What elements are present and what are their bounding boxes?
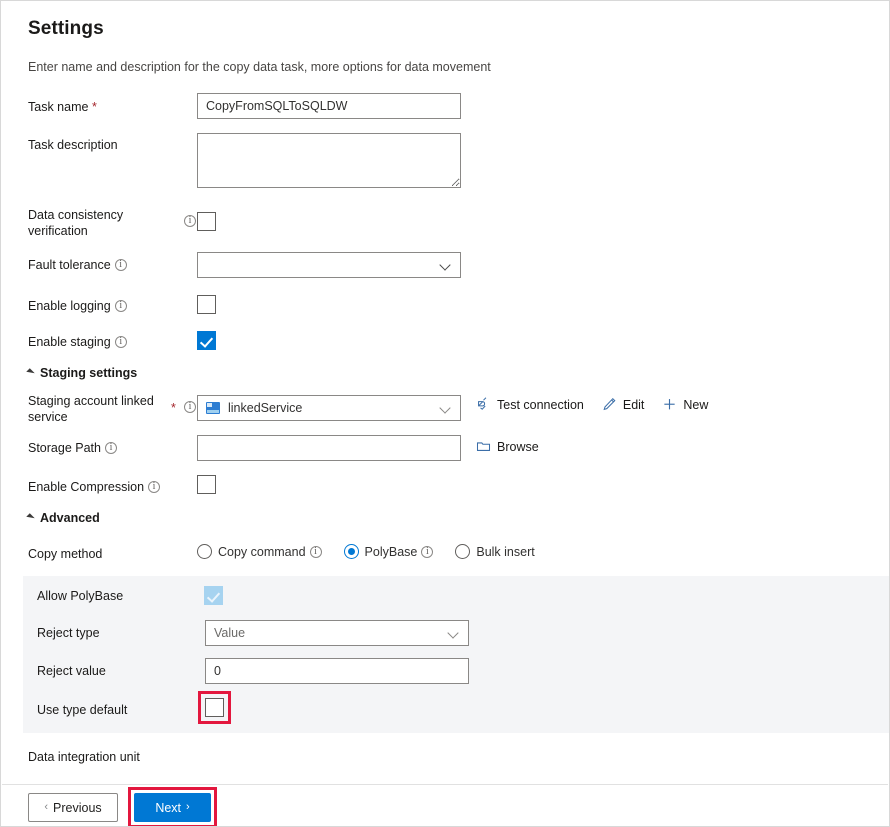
task-name-label: Task name * [28, 99, 97, 115]
chevron-down-icon [441, 403, 452, 414]
storage-path-label: Storage Path [28, 440, 117, 456]
task-name-input[interactable] [197, 93, 461, 119]
advanced-section-title: Advanced [40, 511, 100, 525]
storage-path-input[interactable] [197, 435, 461, 461]
enable-compression-label-text: Enable Compression [28, 480, 144, 494]
enable-logging-label: Enable logging [28, 298, 127, 314]
fault-tolerance-label-text: Fault tolerance [28, 258, 111, 272]
plug-check-icon [476, 397, 491, 412]
chevron-left-icon: ‹ [44, 802, 48, 813]
copy-method-label: Copy method [28, 546, 102, 562]
edit-link[interactable]: Edit [602, 397, 645, 412]
data-consistency-info-icon[interactable] [184, 215, 196, 227]
copy-method-radio-group: Copy command PolyBase Bulk insert [197, 544, 535, 559]
staging-linked-service-label-text: Staging account linked service [28, 394, 154, 424]
fault-tolerance-dropdown[interactable] [197, 252, 461, 278]
enable-staging-label: Enable staging [28, 334, 127, 350]
browse-link[interactable]: Browse [476, 439, 539, 454]
reject-type-dropdown[interactable]: Value [205, 620, 469, 646]
enable-staging-label-text: Enable staging [28, 335, 111, 349]
data-consistency-label-text: Data consistency verification [28, 208, 123, 238]
polybase-label: PolyBase [365, 545, 418, 559]
enable-compression-checkbox[interactable] [197, 475, 216, 494]
data-consistency-label: Data consistency verification [28, 207, 178, 239]
task-description-label: Task description [28, 137, 118, 153]
data-consistency-checkbox[interactable] [197, 212, 216, 231]
fault-tolerance-label: Fault tolerance [28, 257, 127, 273]
test-connection-label: Test connection [497, 398, 584, 412]
reject-value-input[interactable] [205, 658, 469, 684]
edit-label: Edit [623, 398, 645, 412]
allow-polybase-checkbox [204, 586, 223, 605]
folder-icon [476, 439, 491, 454]
radio-icon [455, 544, 470, 559]
previous-button-label: Previous [53, 801, 102, 815]
footer-divider [2, 784, 888, 785]
new-link[interactable]: New [662, 397, 708, 412]
polybase-info-icon[interactable] [421, 546, 433, 558]
task-name-required-marker: * [92, 100, 97, 114]
page-description: Enter name and description for the copy … [28, 60, 491, 74]
copy-method-option-bulk-insert[interactable]: Bulk insert [455, 544, 534, 559]
enable-compression-info-icon[interactable] [148, 481, 160, 493]
settings-page: Settings Enter name and description for … [0, 0, 890, 827]
next-button-label: Next [155, 801, 181, 815]
radio-icon [197, 544, 212, 559]
data-integration-unit-label: Data integration unit [28, 749, 140, 765]
linked-service-actions: Test connection Edit [476, 397, 708, 412]
copy-method-option-copy-command[interactable]: Copy command [197, 544, 322, 559]
enable-staging-info-icon[interactable] [115, 336, 127, 348]
enable-logging-info-icon[interactable] [115, 300, 127, 312]
advanced-section-toggle[interactable]: Advanced [28, 511, 100, 525]
storage-path-actions: Browse [476, 439, 539, 454]
reject-value-label: Reject value [37, 664, 106, 678]
plus-icon [662, 397, 677, 412]
staging-settings-section-toggle[interactable]: Staging settings [28, 366, 137, 380]
previous-button[interactable]: ‹ Previous [28, 793, 118, 822]
triangle-expanded-icon [26, 513, 34, 521]
use-type-default-checkbox[interactable] [205, 698, 224, 717]
staging-linked-service-dropdown[interactable]: linkedService [197, 395, 461, 421]
reject-type-value: Value [214, 626, 449, 640]
chevron-down-icon [441, 260, 452, 271]
allow-polybase-label: Allow PolyBase [37, 589, 123, 603]
chevron-right-icon: › [186, 802, 190, 813]
radio-icon [344, 544, 359, 559]
storage-service-icon [206, 402, 220, 414]
new-label: New [683, 398, 708, 412]
bulk-insert-label: Bulk insert [476, 545, 534, 559]
staging-linked-service-info-icon[interactable] [184, 401, 196, 413]
enable-logging-checkbox[interactable] [197, 295, 216, 314]
browse-label: Browse [497, 440, 539, 454]
staging-linked-service-label: Staging account linked service [28, 393, 168, 425]
triangle-expanded-icon [26, 368, 34, 376]
use-type-default-label: Use type default [37, 703, 127, 717]
copy-command-label: Copy command [218, 545, 306, 559]
storage-path-label-text: Storage Path [28, 441, 101, 455]
enable-staging-checkbox[interactable] [197, 331, 216, 350]
page-title: Settings [28, 18, 104, 40]
next-button[interactable]: Next › [134, 793, 211, 822]
enable-compression-label: Enable Compression [28, 479, 160, 495]
polybase-settings-panel [23, 576, 889, 733]
copy-method-option-polybase[interactable]: PolyBase [344, 544, 434, 559]
copy-command-info-icon[interactable] [310, 546, 322, 558]
task-name-label-text: Task name [28, 100, 88, 114]
test-connection-link[interactable]: Test connection [476, 397, 584, 412]
fault-tolerance-info-icon[interactable] [115, 259, 127, 271]
storage-path-info-icon[interactable] [105, 442, 117, 454]
enable-logging-label-text: Enable logging [28, 299, 111, 313]
pencil-icon [602, 397, 617, 412]
chevron-down-icon [449, 628, 460, 639]
reject-type-label: Reject type [37, 626, 100, 640]
staging-linked-service-value: linkedService [228, 401, 441, 415]
staging-settings-title: Staging settings [40, 366, 137, 380]
staging-linked-service-required-marker: * [171, 401, 176, 415]
task-description-textarea[interactable] [197, 133, 461, 188]
